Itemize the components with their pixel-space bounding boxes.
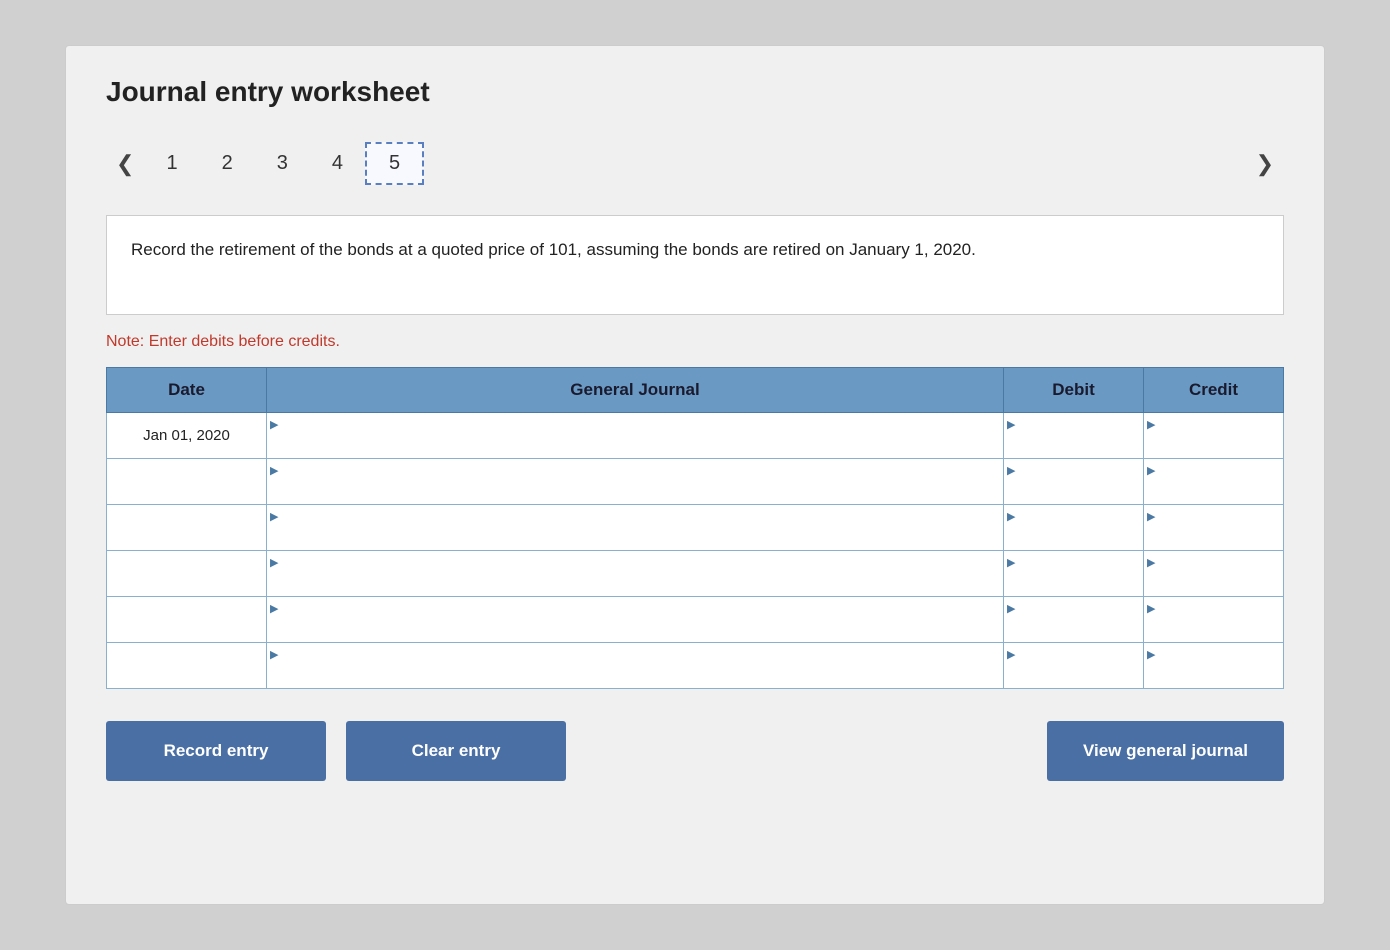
- table-row: ▶ ▶ ▶: [107, 597, 1284, 643]
- instruction-text: Record the retirement of the bonds at a …: [131, 240, 976, 259]
- date-cell-2: [107, 505, 267, 551]
- debit-input-4[interactable]: [1004, 601, 1143, 642]
- credit-input-5[interactable]: [1144, 647, 1283, 688]
- credit-input-2[interactable]: [1144, 509, 1283, 550]
- journal-input-2[interactable]: [267, 509, 1003, 550]
- cell-arrow-credit-5: ▶: [1147, 648, 1155, 661]
- cell-arrow-journal-4: ▶: [270, 602, 278, 615]
- debit-cell-1[interactable]: ▶: [1004, 459, 1144, 505]
- cell-arrow-debit-5: ▶: [1007, 648, 1015, 661]
- credit-cell-2[interactable]: ▶: [1144, 505, 1284, 551]
- date-cell-1: [107, 459, 267, 505]
- instruction-box: Record the retirement of the bonds at a …: [106, 215, 1284, 315]
- cell-arrow-journal-5: ▶: [270, 648, 278, 661]
- table-row: ▶ ▶ ▶: [107, 459, 1284, 505]
- date-cell-4: [107, 597, 267, 643]
- cell-arrow-credit-4: ▶: [1147, 602, 1155, 615]
- date-cell-0: Jan 01, 2020: [107, 413, 267, 459]
- debit-cell-5[interactable]: ▶: [1004, 643, 1144, 689]
- date-cell-3: [107, 551, 267, 597]
- debit-cell-0[interactable]: ▶: [1004, 413, 1144, 459]
- header-debit: Debit: [1004, 368, 1144, 413]
- clear-entry-button[interactable]: Clear entry: [346, 721, 566, 781]
- journal-cell-1[interactable]: ▶: [267, 459, 1004, 505]
- debit-input-5[interactable]: [1004, 647, 1143, 688]
- next-arrow[interactable]: ❯: [1246, 147, 1284, 181]
- debit-cell-2[interactable]: ▶: [1004, 505, 1144, 551]
- table-row: ▶ ▶ ▶: [107, 505, 1284, 551]
- worksheet-container: Journal entry worksheet ❮ 1 2 3 4 5 ❯ Re…: [65, 45, 1325, 905]
- tab-1[interactable]: 1: [144, 144, 199, 183]
- credit-input-4[interactable]: [1144, 601, 1283, 642]
- credit-cell-5[interactable]: ▶: [1144, 643, 1284, 689]
- record-entry-button[interactable]: Record entry: [106, 721, 326, 781]
- debit-cell-4[interactable]: ▶: [1004, 597, 1144, 643]
- prev-arrow[interactable]: ❮: [106, 147, 144, 181]
- cell-arrow-journal-1: ▶: [270, 464, 278, 477]
- tab-2[interactable]: 2: [200, 144, 255, 183]
- header-date: Date: [107, 368, 267, 413]
- journal-input-4[interactable]: [267, 601, 1003, 642]
- credit-input-0[interactable]: [1144, 417, 1283, 458]
- debit-input-0[interactable]: [1004, 417, 1143, 458]
- cell-arrow-journal-0: ▶: [270, 418, 278, 431]
- cell-arrow-credit-0: ▶: [1147, 418, 1155, 431]
- debit-input-2[interactable]: [1004, 509, 1143, 550]
- cell-arrow-journal-3: ▶: [270, 556, 278, 569]
- tab-3[interactable]: 3: [255, 144, 310, 183]
- journal-cell-2[interactable]: ▶: [267, 505, 1004, 551]
- date-cell-5: [107, 643, 267, 689]
- journal-input-5[interactable]: [267, 647, 1003, 688]
- cell-arrow-debit-2: ▶: [1007, 510, 1015, 523]
- journal-cell-3[interactable]: ▶: [267, 551, 1004, 597]
- cell-arrow-credit-2: ▶: [1147, 510, 1155, 523]
- credit-input-1[interactable]: [1144, 463, 1283, 504]
- journal-input-1[interactable]: [267, 463, 1003, 504]
- table-row: ▶ ▶ ▶: [107, 551, 1284, 597]
- credit-cell-0[interactable]: ▶: [1144, 413, 1284, 459]
- view-general-journal-button[interactable]: View general journal: [1047, 721, 1284, 781]
- credit-input-3[interactable]: [1144, 555, 1283, 596]
- navigation-tabs: ❮ 1 2 3 4 5 ❯: [106, 132, 1284, 195]
- debit-input-3[interactable]: [1004, 555, 1143, 596]
- cell-arrow-credit-3: ▶: [1147, 556, 1155, 569]
- credit-cell-1[interactable]: ▶: [1144, 459, 1284, 505]
- debit-cell-3[interactable]: ▶: [1004, 551, 1144, 597]
- journal-cell-5[interactable]: ▶: [267, 643, 1004, 689]
- table-row: ▶ ▶ ▶: [107, 643, 1284, 689]
- debit-input-1[interactable]: [1004, 463, 1143, 504]
- header-credit: Credit: [1144, 368, 1284, 413]
- journal-table: Date General Journal Debit Credit Jan 01…: [106, 367, 1284, 689]
- credit-cell-3[interactable]: ▶: [1144, 551, 1284, 597]
- journal-input-0[interactable]: [267, 417, 1003, 458]
- cell-arrow-credit-1: ▶: [1147, 464, 1155, 477]
- table-row: Jan 01, 2020▶▶▶: [107, 413, 1284, 459]
- cell-arrow-debit-1: ▶: [1007, 464, 1015, 477]
- page-title: Journal entry worksheet: [106, 76, 1284, 108]
- cell-arrow-debit-3: ▶: [1007, 556, 1015, 569]
- journal-cell-0[interactable]: ▶: [267, 413, 1004, 459]
- cell-arrow-debit-4: ▶: [1007, 602, 1015, 615]
- journal-input-3[interactable]: [267, 555, 1003, 596]
- header-general-journal: General Journal: [267, 368, 1004, 413]
- buttons-row: Record entry Clear entry View general jo…: [106, 721, 1284, 781]
- note-text: Note: Enter debits before credits.: [106, 333, 1284, 351]
- journal-cell-4[interactable]: ▶: [267, 597, 1004, 643]
- tab-4[interactable]: 4: [310, 144, 365, 183]
- tab-5[interactable]: 5: [365, 142, 424, 185]
- cell-arrow-debit-0: ▶: [1007, 418, 1015, 431]
- credit-cell-4[interactable]: ▶: [1144, 597, 1284, 643]
- cell-arrow-journal-2: ▶: [270, 510, 278, 523]
